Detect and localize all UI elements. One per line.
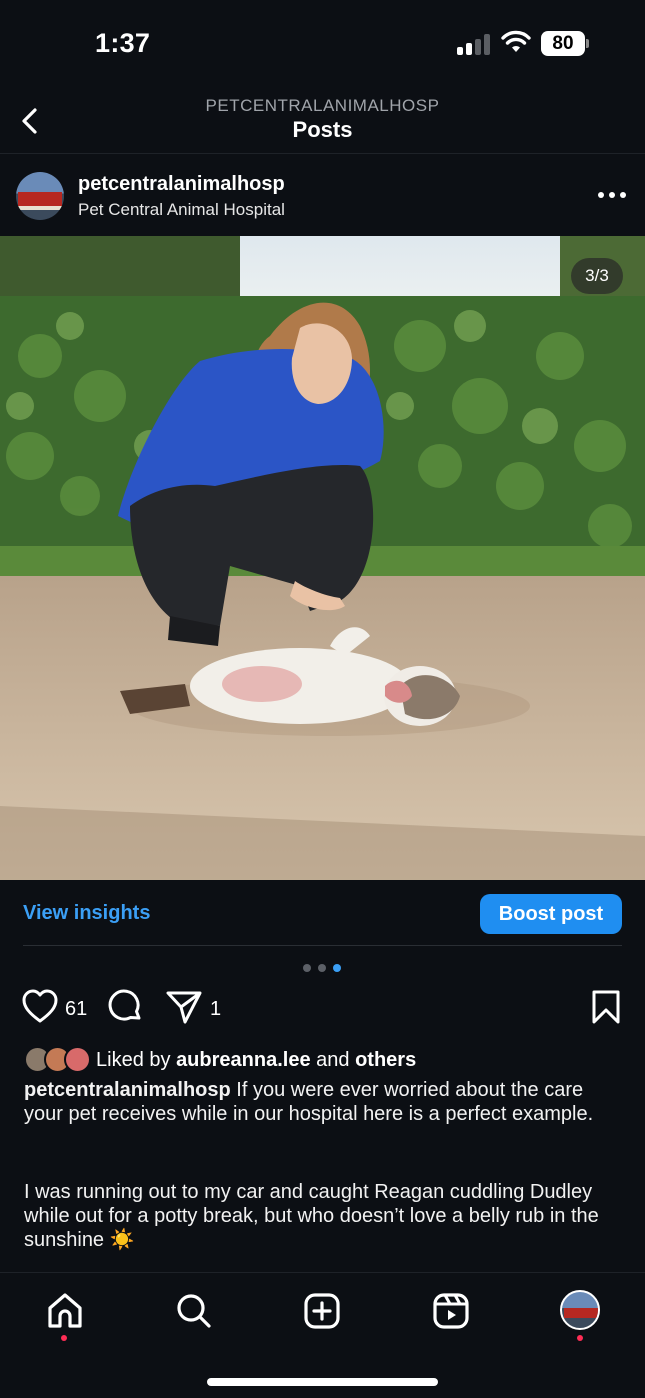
profile-avatar-tab[interactable] <box>560 1290 600 1330</box>
home-indicator[interactable] <box>207 1378 438 1386</box>
caption-username[interactable]: petcentralanimalhosp <box>24 1079 231 1101</box>
battery-indicator: 80 <box>541 31 585 56</box>
view-insights-link[interactable]: View insights <box>23 902 150 925</box>
post-image[interactable]: 3/3 <box>0 236 645 880</box>
bookmark-icon[interactable] <box>589 988 623 1026</box>
comment-icon[interactable] <box>106 988 144 1026</box>
liker-avatar <box>64 1046 91 1073</box>
post-actions: 61 1 <box>0 988 645 1032</box>
liked-by-text: Liked by aubreanna.lee and others <box>96 1049 416 1072</box>
image-counter: 3/3 <box>571 258 623 294</box>
home-notification-dot <box>61 1335 67 1341</box>
top-nav-bar: PETCENTRALANIMALHOSP Posts <box>0 88 645 154</box>
carousel-dot <box>318 964 326 972</box>
status-time: 1:37 <box>95 28 151 58</box>
account-handle: PETCENTRALANIMALHOSP <box>205 96 440 115</box>
author-username[interactable]: petcentralanimalhosp <box>78 173 285 196</box>
author-full-name: Pet Central Animal Hospital <box>78 200 285 219</box>
page-title: Posts <box>292 117 353 142</box>
status-bar: 1:37 80 <box>0 0 645 88</box>
author-avatar[interactable] <box>16 172 64 220</box>
home-icon[interactable] <box>45 1291 85 1331</box>
create-post-icon[interactable] <box>302 1291 342 1331</box>
carousel-dot-active <box>333 964 341 972</box>
battery-tip <box>586 39 589 48</box>
shares-count[interactable]: 1 <box>210 998 221 1021</box>
reels-icon[interactable] <box>431 1291 471 1331</box>
wifi-icon <box>501 30 531 52</box>
liked-by-user[interactable]: aubreanna.lee <box>176 1049 311 1071</box>
carousel-indicator <box>303 964 343 973</box>
avatar-sign <box>18 192 62 206</box>
carousel-dot <box>303 964 311 972</box>
search-icon[interactable] <box>174 1291 214 1331</box>
more-options-icon[interactable] <box>598 192 626 202</box>
boost-post-button[interactable]: Boost post <box>480 894 622 934</box>
share-send-icon[interactable] <box>165 988 203 1026</box>
profile-avatar-sign <box>564 1308 598 1318</box>
liked-by-prefix: Liked by <box>96 1049 171 1071</box>
likes-count[interactable]: 61 <box>65 998 87 1021</box>
post-author-row: petcentralanimalhosp Pet Central Animal … <box>0 156 645 236</box>
like-heart-icon[interactable] <box>21 988 59 1026</box>
liked-by-others[interactable]: others <box>355 1049 416 1071</box>
divider <box>23 945 622 946</box>
post-caption-paragraph-2: I was running out to my car and caught R… <box>24 1181 599 1251</box>
liked-by-and: and <box>316 1049 350 1071</box>
cellular-signal-icon <box>457 33 491 55</box>
post-photo-illustration <box>0 236 645 880</box>
post-caption: petcentralanimalhosp If you were ever wo… <box>24 1078 624 1126</box>
profile-notification-dot <box>577 1335 583 1341</box>
insights-row: View insights Boost post <box>0 880 645 946</box>
avatar-strip <box>18 206 62 210</box>
